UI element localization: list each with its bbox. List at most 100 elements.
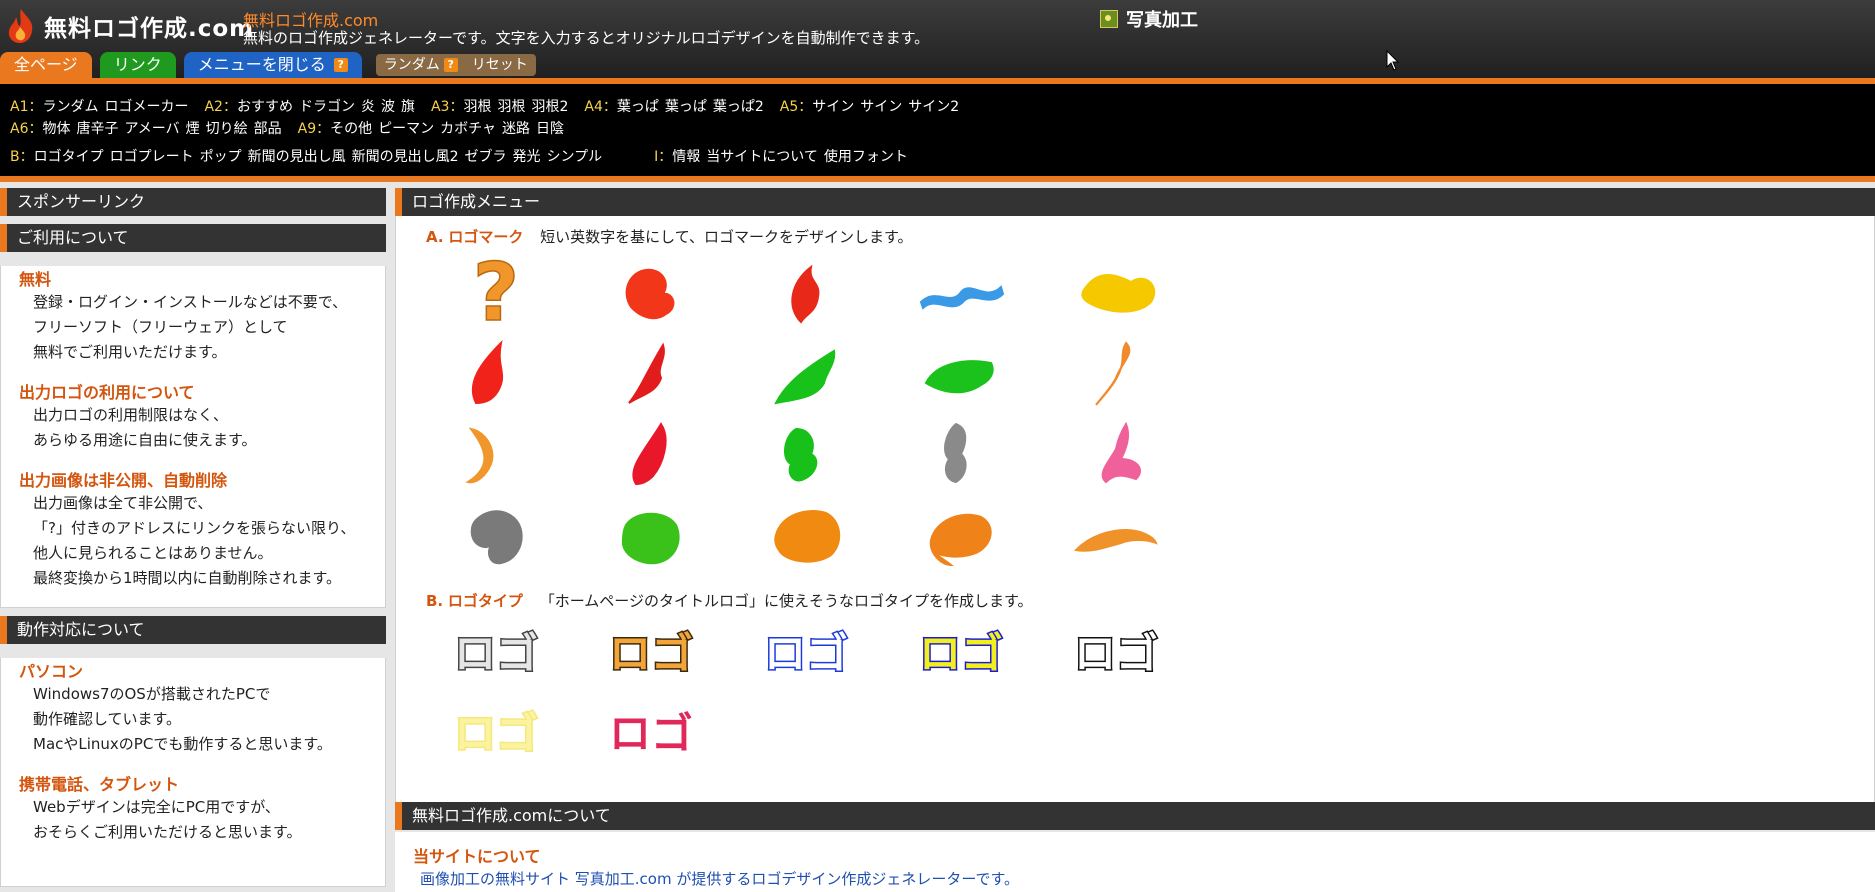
logomark-thumb[interactable] xyxy=(446,495,546,571)
about-text[interactable]: 画像加工の無料サイト 写真加工.com が提供するロゴデザイン作成ジェネレーター… xyxy=(420,868,1019,889)
category-link[interactable]: サイン xyxy=(812,99,854,115)
category-link[interactable]: ゼブラ xyxy=(465,149,507,165)
category-link[interactable]: シンプル xyxy=(547,149,603,165)
sidebar-text-line: Webデザインは完全にPC用ですが、 xyxy=(33,798,280,816)
pc-title: パソコン xyxy=(19,662,84,681)
tab-close-menu[interactable]: メニューを閉じる ? xyxy=(183,52,362,78)
logotype-thumb[interactable]: ロゴ xyxy=(1066,616,1166,692)
photo-edit-link[interactable]: 写真加工 xyxy=(1100,6,1198,32)
logotype-text: ロゴ xyxy=(919,629,1003,678)
logomark-thumb[interactable] xyxy=(601,414,701,490)
category-link[interactable]: 情報 xyxy=(672,149,700,165)
section-a-name[interactable]: ロゴマーク xyxy=(448,228,523,246)
logomark-thumb[interactable] xyxy=(601,495,701,571)
tab-all-pages[interactable]: 全ページ xyxy=(0,52,92,78)
help-icon[interactable]: ? xyxy=(333,58,348,72)
reset-button[interactable]: リセット xyxy=(472,54,528,76)
logomark-thumb[interactable] xyxy=(911,252,1011,328)
logomark-thumb[interactable] xyxy=(1066,495,1166,571)
sidebar-text-line: 「?」付きのアドレスにリンクを張らない限り、 xyxy=(33,519,356,537)
category-link[interactable]: アメーバ xyxy=(124,121,179,137)
site-header: 無料ロゴ作成.com 無料ロゴ作成.com 無料のロゴ作成ジェネレーターです。文… xyxy=(0,0,1875,84)
category-link[interactable]: サイン2 xyxy=(908,99,959,115)
logomark-thumb[interactable] xyxy=(756,333,856,409)
category-link[interactable]: 当サイトについて xyxy=(706,149,818,165)
category-link[interactable]: 羽根 xyxy=(463,99,491,115)
logomark-thumb[interactable] xyxy=(911,414,1011,490)
category-link[interactable]: ドラゴン xyxy=(299,99,355,115)
logotype-text: ロゴ xyxy=(764,629,848,678)
logotype-text: ロゴ xyxy=(1074,629,1158,678)
category-link[interactable]: ランダム xyxy=(42,99,98,115)
logotype-text: ロゴ xyxy=(609,709,693,758)
logomark-thumb[interactable] xyxy=(1066,333,1166,409)
logomark-thumb[interactable] xyxy=(446,333,546,409)
category-link[interactable]: ロゴタイプ xyxy=(34,149,104,165)
logotype-thumb[interactable]: ロゴ xyxy=(756,616,856,692)
category-link[interactable]: その他 xyxy=(330,121,372,137)
logomark-thumb[interactable] xyxy=(911,333,1011,409)
section-a-desc: 短い英数字を基にして、ロゴマークをデザインします。 xyxy=(540,228,913,246)
logotype-thumb[interactable]: ロゴ xyxy=(911,616,1011,692)
sidebar-text-line: MacやLinuxのPCでも動作すると思います。 xyxy=(33,735,332,753)
category-link[interactable]: ロゴプレート xyxy=(110,149,194,165)
logotype-thumb[interactable]: ロゴ xyxy=(601,696,701,772)
tab-close-menu-label: メニューを閉じる xyxy=(197,55,326,74)
category-row-b: B：ロゴタイプ ロゴプレート ポップ 新聞の見出し風 新聞の見出し風2 ゼブラ 発光 シンプル… xyxy=(10,146,924,166)
logomark-thumb[interactable] xyxy=(756,414,856,490)
category-link[interactable]: 新聞の見出し風2 xyxy=(352,149,459,165)
logomark-thumb[interactable] xyxy=(601,333,701,409)
logotype-thumb[interactable]: ロゴ xyxy=(446,696,546,772)
wave-script-icon xyxy=(919,285,1005,310)
category-link[interactable]: ポップ xyxy=(200,149,242,165)
logomark-thumb[interactable] xyxy=(446,414,546,490)
category-link[interactable]: 迷路 xyxy=(502,121,530,137)
category-link[interactable]: 葉っぱ xyxy=(665,99,707,115)
category-link[interactable]: 部品 xyxy=(254,121,282,137)
sidebar-text-line: フリーソフト（フリーウェア）として xyxy=(33,318,288,336)
category-link[interactable]: 日陰 xyxy=(536,121,564,137)
category-link[interactable]: 葉っぱ2 xyxy=(713,99,764,115)
category-link[interactable]: 切り絵 xyxy=(206,121,248,137)
random-help-icon[interactable]: ? xyxy=(443,58,458,72)
category-link[interactable]: 物体 xyxy=(42,121,70,137)
category-link[interactable]: 羽根2 xyxy=(531,99,568,115)
about-title: 当サイトについて xyxy=(413,847,541,866)
sidebar-text-line: 他人に見られることはありません。 xyxy=(33,544,273,562)
logomark-thumb[interactable] xyxy=(1066,414,1166,490)
category-link[interactable]: 波 xyxy=(381,99,395,115)
section-b-name[interactable]: ロゴタイプ xyxy=(448,592,523,610)
logo-text: 無料ロゴ作成.com xyxy=(44,16,255,42)
category-link[interactable]: 炎 xyxy=(361,99,375,115)
category-link[interactable]: サイン xyxy=(860,99,902,115)
category-link[interactable]: 新聞の見出し風 xyxy=(248,149,346,165)
site-logo[interactable]: 無料ロゴ作成.com xyxy=(4,6,254,46)
category-link[interactable]: カボチャ xyxy=(440,121,496,137)
category-link[interactable]: 煙 xyxy=(186,121,200,137)
random-button[interactable]: ランダム xyxy=(384,54,440,76)
logomark-thumb[interactable] xyxy=(756,252,856,328)
logomark-thumb[interactable] xyxy=(1066,252,1166,328)
logomark-thumb[interactable] xyxy=(756,495,856,571)
category-label: A5： xyxy=(779,99,813,115)
category-group: A2：おすすめ ドラゴン炎波旗 xyxy=(204,99,414,115)
usage-box: 無料 登録・ログイン・インストールなどは不要で、 フリーソフト（フリーウェア）とし… xyxy=(0,266,386,608)
category-label: B： xyxy=(10,149,34,165)
logomark-thumb[interactable] xyxy=(601,252,701,328)
category-link[interactable]: おすすめ xyxy=(237,99,293,115)
category-link[interactable]: 羽根 xyxy=(497,99,525,115)
category-link[interactable]: ロゴメーカー xyxy=(104,99,188,115)
tab-links[interactable]: リンク xyxy=(99,52,176,78)
category-link[interactable]: 発光 xyxy=(513,149,541,165)
logotype-thumb[interactable]: ロゴ xyxy=(601,616,701,692)
category-link[interactable]: 唐辛子 xyxy=(76,121,118,137)
category-link[interactable]: 使用フォント xyxy=(824,149,908,165)
category-link[interactable]: ピーマン xyxy=(378,121,434,137)
category-link[interactable]: 葉っぱ xyxy=(617,99,659,115)
compat-heading: 動作対応について xyxy=(0,616,386,644)
logomark-thumb[interactable] xyxy=(911,495,1011,571)
logotype-thumb[interactable]: ロゴ xyxy=(446,616,546,692)
nav-tabs: 全ページ リンク メニューを閉じる ? ランダム ? リセット xyxy=(0,52,536,78)
category-link[interactable]: 旗 xyxy=(401,99,415,115)
logomark-thumb[interactable]: ? xyxy=(446,245,546,340)
